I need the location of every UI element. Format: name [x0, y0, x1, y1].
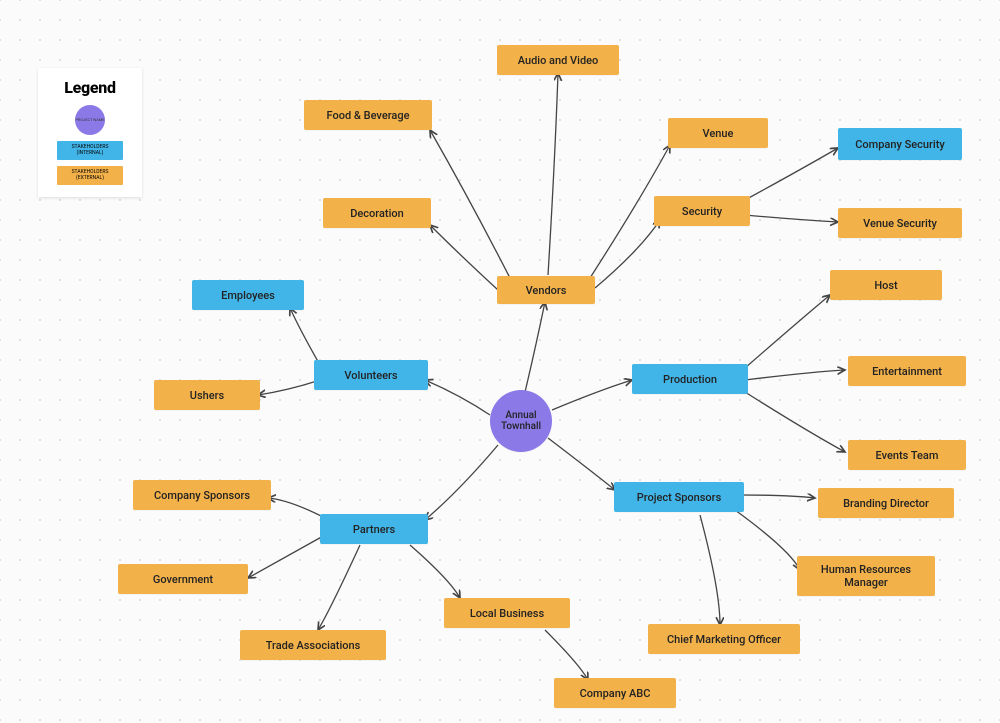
label: Events Team: [876, 449, 939, 462]
node-venue[interactable]: Venue: [668, 118, 768, 148]
diagram-canvas[interactable]: Annual Townhall Vendors Audio and Video …: [0, 0, 1000, 723]
center-label: Annual Townhall: [496, 410, 546, 432]
label: Volunteers: [344, 369, 397, 382]
label: Host: [874, 279, 897, 292]
legend-external-chip: STAKEHOLDERS (EXTERNAL): [57, 166, 123, 185]
legend-title: Legend: [46, 78, 134, 97]
label: Project Sponsors: [637, 491, 721, 504]
node-vendors[interactable]: Vendors: [497, 276, 595, 304]
node-events-team[interactable]: Events Team: [848, 440, 966, 470]
label: Employees: [221, 289, 275, 302]
label: Partners: [353, 523, 395, 536]
label: Company Sponsors: [154, 489, 250, 502]
node-trade-assoc[interactable]: Trade Associations: [240, 630, 386, 660]
label: Venue Security: [863, 217, 937, 230]
label: Entertainment: [872, 365, 942, 378]
node-employees[interactable]: Employees: [192, 280, 304, 310]
legend-internal-label: STAKEHOLDERS (INTERNAL): [72, 144, 109, 156]
label: Chief Marketing Officer: [667, 633, 781, 646]
label: Audio and Video: [518, 54, 599, 67]
label: Vendors: [526, 284, 567, 297]
label: Decoration: [350, 207, 404, 220]
node-security[interactable]: Security: [654, 196, 750, 226]
node-local-business[interactable]: Local Business: [444, 598, 570, 628]
node-government[interactable]: Government: [118, 564, 248, 594]
node-host[interactable]: Host: [830, 270, 942, 300]
node-company-sponsors[interactable]: Company Sponsors: [133, 480, 271, 510]
label: Security: [682, 205, 722, 218]
node-company-abc[interactable]: Company ABC: [554, 678, 676, 708]
node-audio-video[interactable]: Audio and Video: [497, 45, 619, 75]
node-partners[interactable]: Partners: [320, 514, 428, 544]
center-node[interactable]: Annual Townhall: [490, 390, 552, 452]
legend-external-label: STAKEHOLDERS (EXTERNAL): [72, 169, 109, 181]
node-cmo[interactable]: Chief Marketing Officer: [648, 624, 800, 654]
legend-panel[interactable]: Legend PROJECT NAME STAKEHOLDERS (INTERN…: [38, 68, 142, 197]
label: Production: [663, 373, 717, 386]
label: Food & Beverage: [327, 109, 410, 122]
legend-project-label: PROJECT NAME: [75, 118, 104, 122]
node-food-bev[interactable]: Food & Beverage: [304, 100, 432, 130]
legend-project-circle: PROJECT NAME: [75, 105, 105, 135]
label: Government: [153, 573, 213, 586]
label: Human Resources Manager: [803, 563, 929, 589]
node-volunteers[interactable]: Volunteers: [314, 360, 428, 390]
label: Local Business: [470, 607, 544, 620]
label: Company Security: [855, 138, 945, 151]
label: Company ABC: [580, 687, 651, 700]
label: Trade Associations: [266, 639, 361, 652]
node-decoration[interactable]: Decoration: [323, 198, 431, 228]
legend-internal-chip: STAKEHOLDERS (INTERNAL): [57, 141, 123, 160]
label: Branding Director: [843, 497, 929, 510]
node-production[interactable]: Production: [632, 364, 748, 394]
node-hr-manager[interactable]: Human Resources Manager: [797, 556, 935, 596]
node-project-sponsors[interactable]: Project Sponsors: [614, 482, 744, 512]
node-venue-security[interactable]: Venue Security: [838, 208, 962, 238]
label: Venue: [703, 127, 734, 140]
node-branding-director[interactable]: Branding Director: [818, 488, 954, 518]
node-company-security[interactable]: Company Security: [838, 128, 962, 160]
label: Ushers: [190, 389, 224, 402]
node-ushers[interactable]: Ushers: [154, 380, 260, 410]
node-entertainment[interactable]: Entertainment: [848, 356, 966, 386]
